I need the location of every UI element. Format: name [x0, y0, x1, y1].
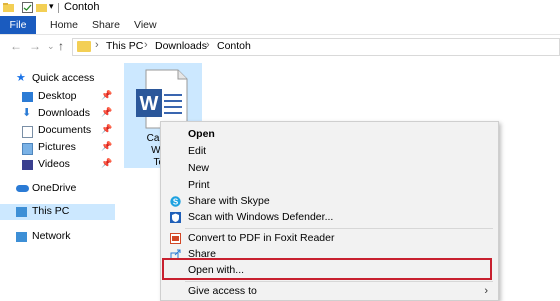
breadcrumb-contoh[interactable]: Contoh — [217, 40, 251, 52]
menu-item-label: Convert to PDF in Foxit Reader — [188, 232, 335, 244]
pictures-icon — [22, 143, 33, 155]
sidebar-item-label: Network — [32, 230, 71, 242]
word-document-icon: W — [134, 69, 188, 129]
folder-icon — [3, 2, 14, 13]
menu-item-label: Open — [188, 128, 215, 140]
sidebar-item-pictures[interactable]: Pictures 📌 — [0, 140, 115, 156]
title-bar: ▾ Contoh — [0, 0, 560, 16]
pin-icon[interactable]: 📌 — [101, 90, 112, 101]
sidebar-item-label: Pictures — [38, 141, 76, 153]
shield-icon — [170, 212, 181, 223]
videos-icon — [22, 160, 33, 170]
sidebar-item-downloads[interactable]: ⬇ Downloads 📌 — [0, 106, 115, 122]
recent-locations-icon[interactable]: ⌄ — [47, 41, 55, 52]
network-icon — [16, 232, 27, 242]
svg-text:S: S — [173, 198, 179, 207]
window-title: Contoh — [64, 1, 100, 13]
menu-item-convert-to-pdf[interactable]: Convert to PDF in Foxit Reader — [161, 230, 498, 247]
sidebar-item-quick-access[interactable]: ★ Quick access — [0, 71, 115, 87]
breadcrumb-this-pc[interactable]: This PC — [106, 40, 143, 52]
navigation-bar: ← → ⌄ ↑ › This PC › Downloads › Contoh — [0, 35, 560, 57]
svg-text:W: W — [140, 93, 159, 115]
computer-icon — [16, 207, 27, 217]
star-icon: ★ — [16, 72, 26, 84]
cloud-icon — [16, 185, 29, 192]
menu-item-edit[interactable]: Edit — [161, 143, 498, 160]
sidebar-item-desktop[interactable]: Desktop 📌 — [0, 89, 115, 105]
back-icon[interactable]: ← — [10, 39, 22, 53]
sidebar-item-network[interactable]: Network — [0, 229, 115, 245]
tab-share[interactable]: Share — [92, 16, 120, 34]
ribbon-tabs: File Home Share View — [0, 16, 560, 35]
pin-icon[interactable]: 📌 — [101, 158, 112, 169]
sidebar-item-label: Downloads — [38, 107, 90, 119]
menu-separator — [185, 281, 493, 282]
folder-icon — [77, 41, 91, 52]
up-icon[interactable]: ↑ — [58, 39, 64, 53]
sidebar-item-label: OneDrive — [32, 182, 77, 194]
menu-item-label: Scan with Windows Defender... — [188, 211, 334, 223]
menu-separator — [185, 228, 493, 229]
foxit-pdf-icon — [170, 233, 181, 244]
sidebar-item-documents[interactable]: Documents 📌 — [0, 123, 115, 139]
tab-home[interactable]: Home — [50, 16, 78, 34]
sidebar-item-label: Desktop — [38, 90, 77, 102]
chevron-right-icon[interactable]: › — [144, 39, 148, 51]
chevron-right-icon: › — [484, 285, 488, 297]
menu-item-new[interactable]: New — [161, 160, 498, 177]
menu-item-label: Share with Skype — [188, 195, 270, 207]
menu-item-label: Edit — [188, 145, 207, 157]
address-bar[interactable]: › This PC › Downloads › Contoh — [72, 38, 560, 56]
menu-item-label: New — [188, 162, 210, 174]
pin-icon[interactable]: 📌 — [101, 124, 112, 135]
highlight-box — [162, 258, 492, 280]
menu-item-label: Print — [188, 179, 210, 191]
title-separator — [58, 3, 59, 13]
forward-icon[interactable]: → — [29, 39, 41, 53]
new-folder-icon[interactable] — [36, 2, 47, 13]
document-icon — [22, 126, 33, 138]
chevron-right-icon[interactable]: › — [95, 39, 99, 51]
sidebar-item-label: Documents — [38, 124, 92, 136]
desktop-icon — [22, 92, 33, 102]
pin-icon[interactable]: 📌 — [101, 107, 112, 118]
download-icon: ⬇ — [22, 107, 32, 119]
skype-icon: S — [170, 196, 181, 207]
sidebar-item-label: Quick access — [32, 72, 95, 84]
sidebar-item-label: This PC — [32, 205, 70, 217]
tab-view[interactable]: View — [134, 16, 157, 34]
menu-item-open[interactable]: Open — [161, 126, 498, 143]
menu-item-share-with-skype[interactable]: S Share with Skype — [161, 193, 498, 210]
sidebar-item-onedrive[interactable]: OneDrive — [0, 181, 115, 197]
sidebar-item-label: Videos — [38, 158, 70, 170]
menu-item-label: Give access to — [188, 285, 257, 297]
pin-icon[interactable]: 📌 — [101, 141, 112, 152]
breadcrumb-downloads[interactable]: Downloads — [155, 40, 207, 52]
sidebar-item-videos[interactable]: Videos 📌 — [0, 157, 115, 173]
menu-item-scan-with-defender[interactable]: Scan with Windows Defender... — [161, 209, 498, 226]
navigation-pane: ★ Quick access Desktop 📌 ⬇ Downloads 📌 D… — [0, 58, 115, 299]
chevron-right-icon[interactable]: › — [206, 39, 210, 51]
menu-item-give-access-to[interactable]: Give access to › — [161, 283, 498, 300]
sidebar-item-this-pc[interactable]: This PC — [0, 204, 115, 220]
menu-item-print[interactable]: Print — [161, 177, 498, 194]
tab-file[interactable]: File — [0, 16, 36, 34]
properties-icon[interactable] — [22, 2, 33, 13]
